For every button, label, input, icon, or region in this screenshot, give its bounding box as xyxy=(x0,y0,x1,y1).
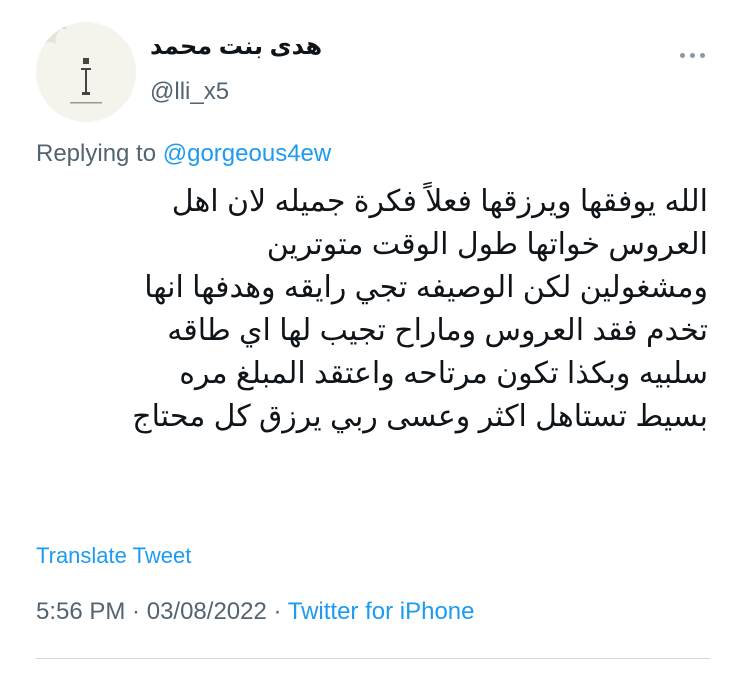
tweet-text-line: سلبيه وبكذا تكون مرتاحه واعتقد المبلغ مر… xyxy=(179,357,708,390)
replying-to: Replying to @gorgeous4ew xyxy=(36,140,331,168)
author-handle[interactable]: @lli_x5 xyxy=(150,78,229,106)
tweet-text-line: تخدم فقد العروس وماراح تجيب لها اي طاقه xyxy=(167,314,708,347)
replying-to-handle-link[interactable]: @gorgeous4ew xyxy=(163,140,331,167)
tweet-meta: 5:56 PM · 03/08/2022 · Twitter for iPhon… xyxy=(36,598,475,626)
more-horizontal-icon xyxy=(679,52,685,58)
tweet-date[interactable]: 03/08/2022 xyxy=(147,598,267,625)
meta-separator: · xyxy=(266,598,288,625)
tweet-time[interactable]: 5:56 PM xyxy=(36,598,125,625)
tweet-text-line: بسيط تستاهل اكثر وعسى ربي يرزق كل محتاج xyxy=(132,400,708,433)
tweet-text-line: الله يوفقها ويرزقها فعلاً فكرة جميله لان… xyxy=(171,185,708,218)
more-options-button[interactable] xyxy=(672,40,712,70)
tweet-text-line: ومشغولين لكن الوصيفه تجي رايقه وهدفها ان… xyxy=(144,271,708,304)
avatar-logo xyxy=(36,22,136,122)
divider xyxy=(36,658,710,659)
tweet-source-link[interactable]: Twitter for iPhone xyxy=(288,598,475,625)
replying-prefix: Replying to xyxy=(36,140,157,167)
author-display-name[interactable]: هدى بنت محمد xyxy=(150,32,322,61)
tweet-detail: هدى بنت محمد @lli_x5 Replying to @gorgeo… xyxy=(0,0,746,678)
more-dot xyxy=(699,52,705,58)
tweet-text-line: العروس خواتها طول الوقت متوترين xyxy=(266,228,708,261)
tweet-text: الله يوفقها ويرزقها فعلاً فكرة جميله لان… xyxy=(28,180,708,438)
meta-separator: · xyxy=(125,598,147,625)
avatar[interactable] xyxy=(36,22,136,122)
translate-tweet-link[interactable]: Translate Tweet xyxy=(36,543,191,569)
more-dot xyxy=(689,52,695,58)
